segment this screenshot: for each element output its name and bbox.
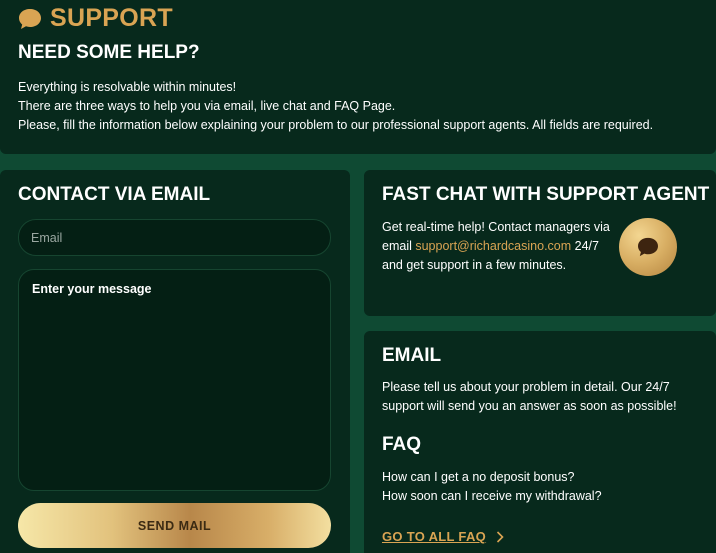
email-placeholder: Email	[31, 230, 63, 245]
support-heading: SUPPORT	[18, 4, 173, 33]
message-placeholder: Enter your message	[32, 282, 152, 296]
need-help-heading: NEED SOME HELP?	[18, 42, 200, 63]
message-textarea[interactable]: Enter your message	[18, 269, 331, 491]
email-field[interactable]: Email	[18, 219, 331, 256]
fast-chat-description: Get real-time help! Contact managers via…	[382, 218, 612, 275]
faq-link-label: GO TO ALL FAQ	[382, 529, 487, 544]
faq-questions: How can I get a no deposit bonus? How so…	[382, 468, 602, 506]
intro-line: There are three ways to help you via ema…	[18, 99, 396, 113]
faq-title: FAQ	[382, 434, 422, 455]
contact-email-title: CONTACT VIA EMAIL	[18, 184, 211, 205]
send-mail-label: SEND MAIL	[137, 518, 212, 533]
chevron-right-icon	[496, 530, 504, 543]
intro-text: Everything is resolvable within minutes!…	[18, 78, 653, 135]
intro-line: Everything is resolvable within minutes!	[18, 80, 237, 94]
go-to-all-faq-link[interactable]: GO TO ALL FAQ	[382, 529, 504, 544]
email-section-title: EMAIL	[382, 345, 442, 366]
live-chat-button[interactable]	[619, 218, 677, 276]
intro-line: Please, fill the information below expla…	[18, 118, 654, 132]
fast-chat-title: FAST CHAT WITH SUPPORT AGENT	[382, 184, 710, 205]
page-title: SUPPORT	[50, 4, 173, 32]
faq-question[interactable]: How can I get a no deposit bonus?	[382, 468, 602, 487]
faq-question[interactable]: How soon can I receive my withdrawal?	[382, 487, 602, 506]
email-section-text: Please tell us about your problem in det…	[382, 380, 677, 413]
chat-bubble-icon	[19, 8, 41, 29]
chat-bubble-icon	[638, 237, 658, 257]
support-email-link[interactable]: support@richardcasino.com	[415, 239, 571, 253]
send-mail-button[interactable]: SEND MAIL	[18, 503, 331, 548]
